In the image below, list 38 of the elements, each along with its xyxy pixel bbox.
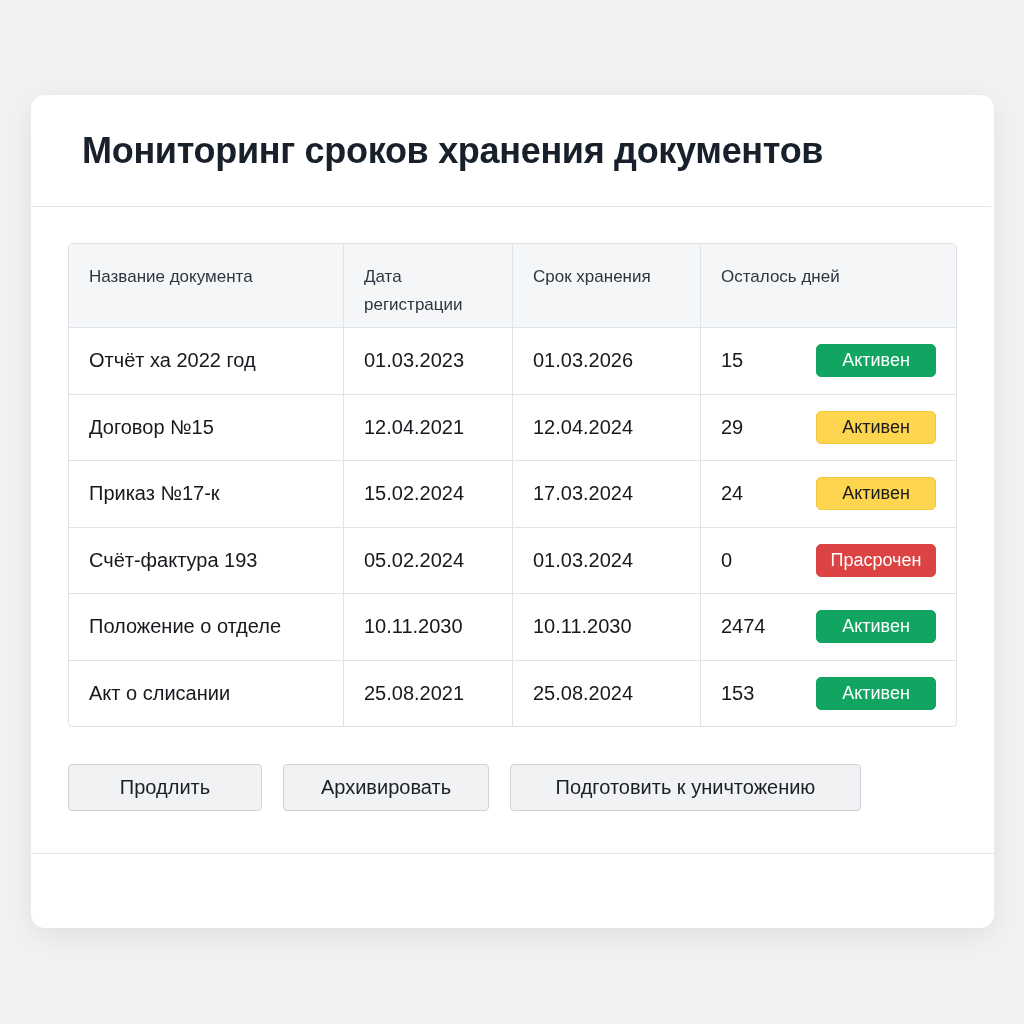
page-title: Мониторинг сроков хранения документов — [82, 129, 824, 172]
table-cell: 10.11.2030 — [533, 615, 632, 638]
table-cell: 12.04.2024 — [533, 415, 634, 438]
archive-button[interactable]: Архивировать — [283, 764, 489, 811]
destroy-button[interactable]: Подготовить к уничтожению — [510, 764, 861, 811]
column-header: Осталось дней — [721, 267, 840, 286]
table-cell: 17.03.2024 — [533, 482, 634, 505]
table-cell: 25.08.2021 — [364, 681, 465, 704]
table-cell: Положение о отделе — [89, 615, 282, 638]
status-badge: Прасрочен — [816, 543, 936, 577]
table-cell: 25.08.2024 — [533, 681, 634, 704]
table-cell: 10.11.2030 — [364, 615, 463, 638]
table-cell: Приказ №17-к — [89, 482, 220, 505]
table-cell: Отчёт ха 2022 год — [89, 349, 256, 372]
days-left: 24 — [721, 482, 744, 506]
status-badge: Активен — [816, 610, 936, 644]
days-left: 15 — [721, 349, 744, 373]
table-cell: 12.04.2021 — [364, 415, 465, 438]
table-cell: 01.03.2026 — [533, 349, 634, 372]
table-cell: 01.03.2023 — [364, 349, 465, 372]
days-left: 29 — [721, 415, 744, 439]
column-header: Дата регистрации — [364, 267, 463, 314]
status-badge: Активен — [816, 410, 936, 444]
days-left: 2474 — [721, 615, 766, 639]
days-left: 153 — [721, 681, 755, 705]
days-left: 0 — [721, 548, 733, 572]
status-badge: Активен — [816, 344, 936, 378]
status-badge: Активен — [816, 477, 936, 511]
column-header: Название документа — [89, 267, 253, 286]
extend-button[interactable]: Продлить — [68, 764, 262, 811]
table-cell: Счёт-фактура 193 — [89, 548, 258, 571]
status-badge: Активен — [816, 676, 936, 710]
table-cell: Договор №15 — [89, 415, 214, 438]
table-cell: 15.02.2024 — [364, 482, 465, 505]
table-cell: Акт о слисании — [89, 681, 231, 704]
table-cell: 01.03.2024 — [533, 548, 634, 571]
table-cell: 05.02.2024 — [364, 548, 465, 571]
column-header: Срок хранения — [533, 267, 651, 286]
